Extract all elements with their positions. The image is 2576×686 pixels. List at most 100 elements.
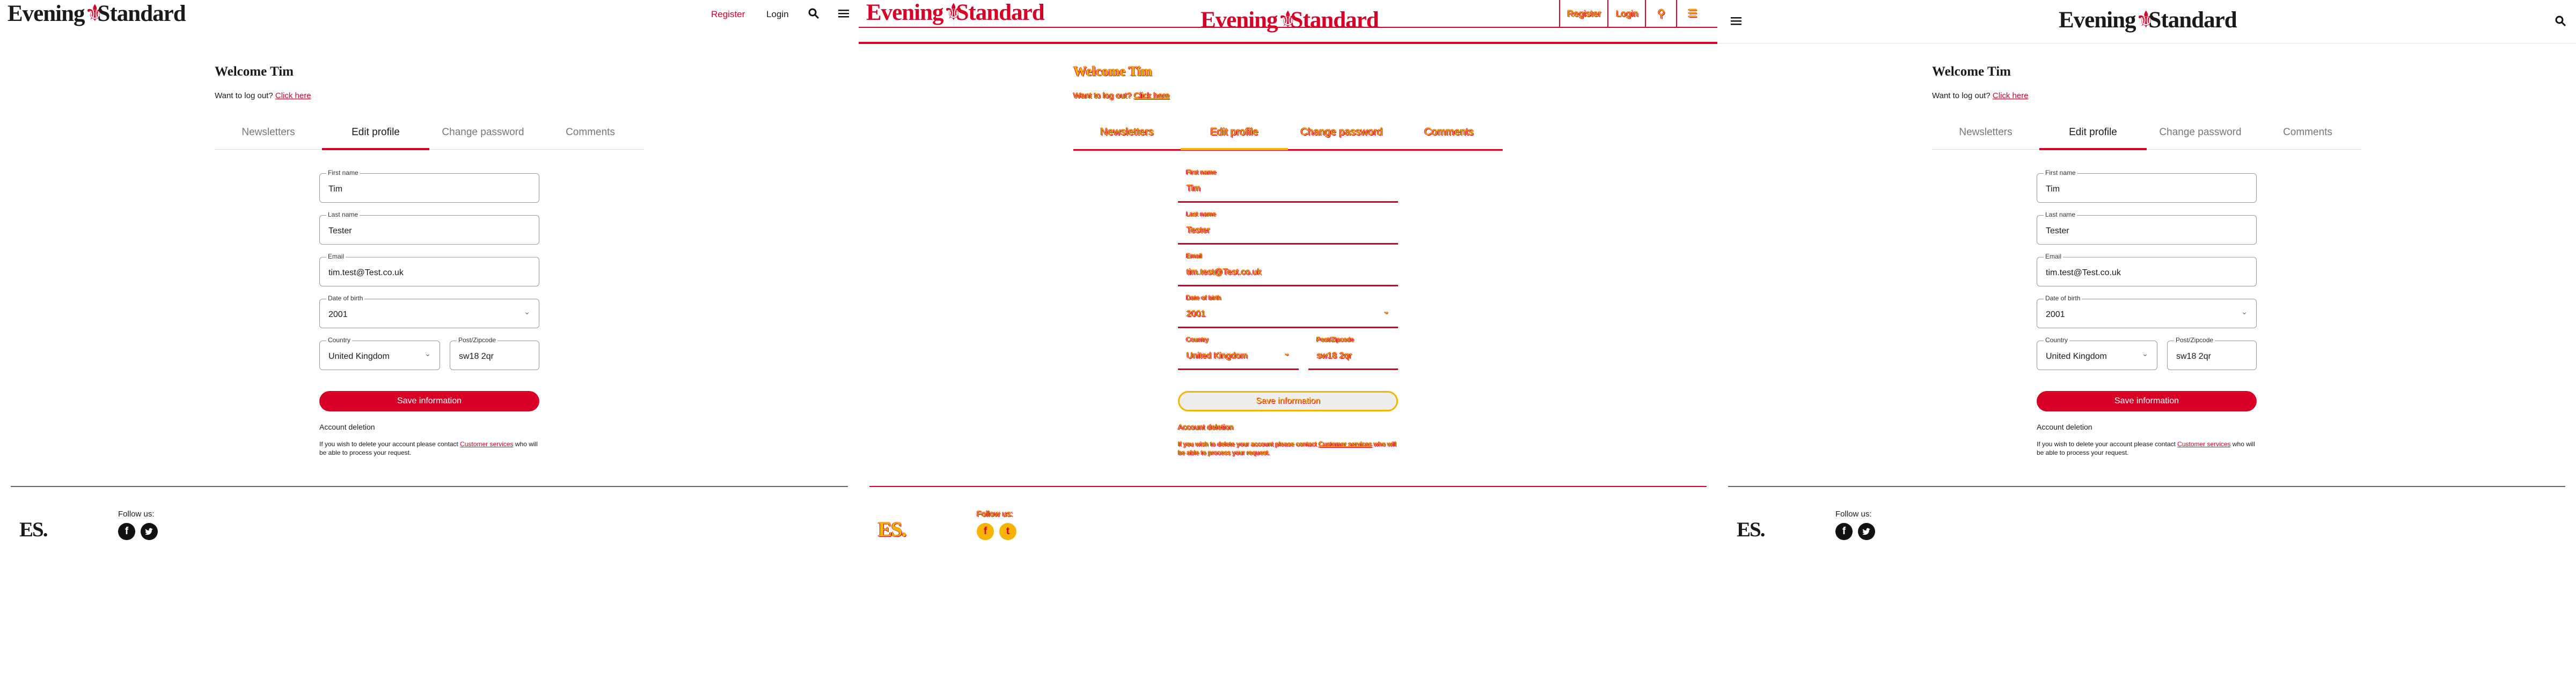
login-link[interactable]: Login — [766, 9, 789, 20]
logo[interactable]: Evening⚜Standard — [2059, 9, 2237, 32]
customer-services-link[interactable]: Customer services — [2177, 440, 2230, 448]
account-deletion-heading: Account deletion — [319, 423, 375, 431]
email-label: Email — [1186, 252, 1203, 260]
menu-icon[interactable]: ☰ — [1676, 0, 1708, 28]
logo-text-part: Evening — [1201, 8, 1278, 33]
chevron-down-icon: ⌄ — [1383, 307, 1389, 315]
first-name-value: Tim — [2046, 185, 2060, 194]
tab-edit-profile[interactable]: Edit profile — [2039, 127, 2147, 150]
logo[interactable]: Evening⚜Standard — [866, 0, 1045, 25]
country-select[interactable]: Country United Kingdom ⌄ — [319, 336, 440, 370]
postcode-value: sw18 2qr — [459, 352, 494, 361]
search-icon[interactable]: ⚲ — [1645, 0, 1677, 28]
twitter-icon[interactable] — [141, 523, 158, 540]
last-name-value: Tester — [328, 226, 352, 235]
country-select[interactable]: Country United Kingdom ⌄ — [2037, 336, 2157, 370]
logout-link[interactable]: Click here — [1134, 91, 1170, 100]
email-field[interactable]: Email tim.test@Test.co.uk — [319, 253, 539, 286]
logo-text-part: Evening — [866, 0, 944, 25]
save-button[interactable]: Save information — [2037, 391, 2257, 411]
email-value: tim.test@Test.co.uk — [1187, 268, 1262, 277]
logo-text-part: Evening — [2059, 8, 2136, 33]
tab-edit-profile[interactable]: Edit profile — [1181, 127, 1288, 150]
last-name-field[interactable]: Last name Tester — [2037, 211, 2257, 245]
logo-text-part: Standard — [2148, 8, 2237, 33]
lion-icon: ⚜ — [1277, 8, 1299, 33]
menu-icon[interactable] — [838, 9, 849, 21]
country-select[interactable]: Country United Kingdom ⌄ — [1178, 336, 1299, 370]
twitter-icon[interactable] — [1858, 523, 1875, 540]
first-name-field[interactable]: First name Tim — [1178, 168, 1398, 203]
welcome-heading: Welcome Tim — [1932, 64, 2011, 79]
register-link[interactable]: Register — [711, 9, 745, 20]
email-field[interactable]: Email tim.test@Test.co.uk — [2037, 253, 2257, 286]
logo-duplicate[interactable]: Evening⚜Standard — [1201, 9, 1379, 32]
dob-select[interactable]: Date of birth 2001 ⌄ — [1178, 294, 1398, 328]
dob-label: Date of birth — [326, 294, 365, 302]
footer-logo[interactable]: ES. — [878, 518, 906, 542]
logo-text-part: Standard — [1290, 8, 1379, 33]
tab-newsletters[interactable]: Newsletters — [1932, 127, 2039, 148]
tab-change-password[interactable]: Change password — [2147, 127, 2254, 148]
register-link[interactable]: Register — [1559, 0, 1608, 28]
first-name-field[interactable]: First name Tim — [319, 169, 539, 203]
logo-text-part: Standard — [956, 0, 1045, 25]
tab-newsletters[interactable]: Newsletters — [1073, 127, 1181, 148]
account-deletion-heading: Account deletion — [1178, 423, 1234, 431]
customer-services-link[interactable]: Customer services — [1319, 440, 1372, 448]
logout-prompt: Want to log out? Click here — [1932, 91, 2029, 100]
dob-value: 2001 — [1187, 309, 1206, 319]
facebook-icon[interactable]: f — [118, 523, 135, 540]
twitter-icon[interactable]: t — [999, 523, 1016, 540]
footer-logo[interactable]: ES. — [1737, 518, 1765, 542]
logout-prompt: Want to log out? Click here — [215, 91, 311, 100]
email-label: Email — [326, 253, 346, 260]
save-button[interactable]: Save information — [1178, 391, 1398, 411]
dob-value: 2001 — [328, 310, 348, 319]
postcode-field[interactable]: Post/Zipcode sw18 2qr — [450, 336, 539, 370]
tab-newsletters[interactable]: Newsletters — [215, 127, 322, 148]
logout-link[interactable]: Click here — [1993, 91, 2029, 100]
profile-tabs: Newsletters Edit profile Change password… — [1073, 127, 1503, 151]
save-button[interactable]: Save information — [319, 391, 539, 411]
dob-value: 2001 — [2046, 310, 2065, 319]
account-deletion-heading: Account deletion — [2037, 423, 2092, 431]
tab-comments[interactable]: Comments — [2254, 127, 2361, 148]
save-button-label: Save information — [1255, 396, 1321, 405]
postcode-field[interactable]: Post/Zipcode sw18 2qr — [1308, 336, 1398, 370]
profile-tabs: Newsletters Edit profile Change password… — [215, 127, 644, 150]
last-name-field[interactable]: Last name Tester — [1178, 210, 1398, 245]
tab-comments[interactable]: Comments — [1395, 127, 1503, 148]
tab-change-password[interactable]: Change password — [1288, 127, 1395, 148]
menu-icon[interactable] — [1731, 16, 1741, 28]
last-name-field[interactable]: Last name Tester — [319, 211, 539, 245]
facebook-icon[interactable]: f — [977, 523, 994, 540]
tab-change-password[interactable]: Change password — [429, 127, 537, 148]
panel-glitched: Evening⚜Standard Evening⚜Standard Regist… — [859, 0, 1717, 686]
customer-services-link[interactable]: Customer services — [460, 440, 513, 448]
facebook-icon[interactable]: f — [1835, 523, 1853, 540]
chevron-down-icon: ⌄ — [2142, 349, 2148, 358]
dob-select[interactable]: Date of birth 2001 ⌄ — [2037, 294, 2257, 328]
logout-link[interactable]: Click here — [275, 91, 311, 100]
first-name-field[interactable]: First name Tim — [2037, 169, 2257, 203]
email-field[interactable]: Email tim.test@Test.co.uk — [1178, 252, 1398, 286]
footer-logo[interactable]: ES. — [19, 518, 48, 542]
postcode-field[interactable]: Post/Zipcode sw18 2qr — [2167, 336, 2257, 370]
header: Evening⚜Standard — [1717, 0, 2576, 32]
logo[interactable]: Evening⚜Standard — [8, 2, 186, 25]
search-icon[interactable] — [2555, 15, 2566, 29]
search-icon[interactable] — [808, 8, 819, 22]
dob-select[interactable]: Date of birth 2001 ⌄ — [319, 294, 539, 328]
country-label: Country — [2044, 336, 2070, 344]
account-deletion-text: If you wish to delete your account pleas… — [2037, 440, 2257, 457]
follow-us-label: Follow us: — [1835, 510, 1872, 519]
tab-edit-profile[interactable]: Edit profile — [322, 127, 429, 150]
chevron-down-icon: ⌄ — [425, 349, 431, 358]
dob-label: Date of birth — [1186, 294, 1221, 301]
login-link[interactable]: Login — [1607, 0, 1646, 28]
follow-us-label: Follow us: — [118, 510, 155, 519]
logout-prompt: Want to log out? Click here — [1073, 91, 1170, 100]
logo-text-part: Evening — [8, 1, 85, 26]
tab-comments[interactable]: Comments — [537, 127, 644, 148]
